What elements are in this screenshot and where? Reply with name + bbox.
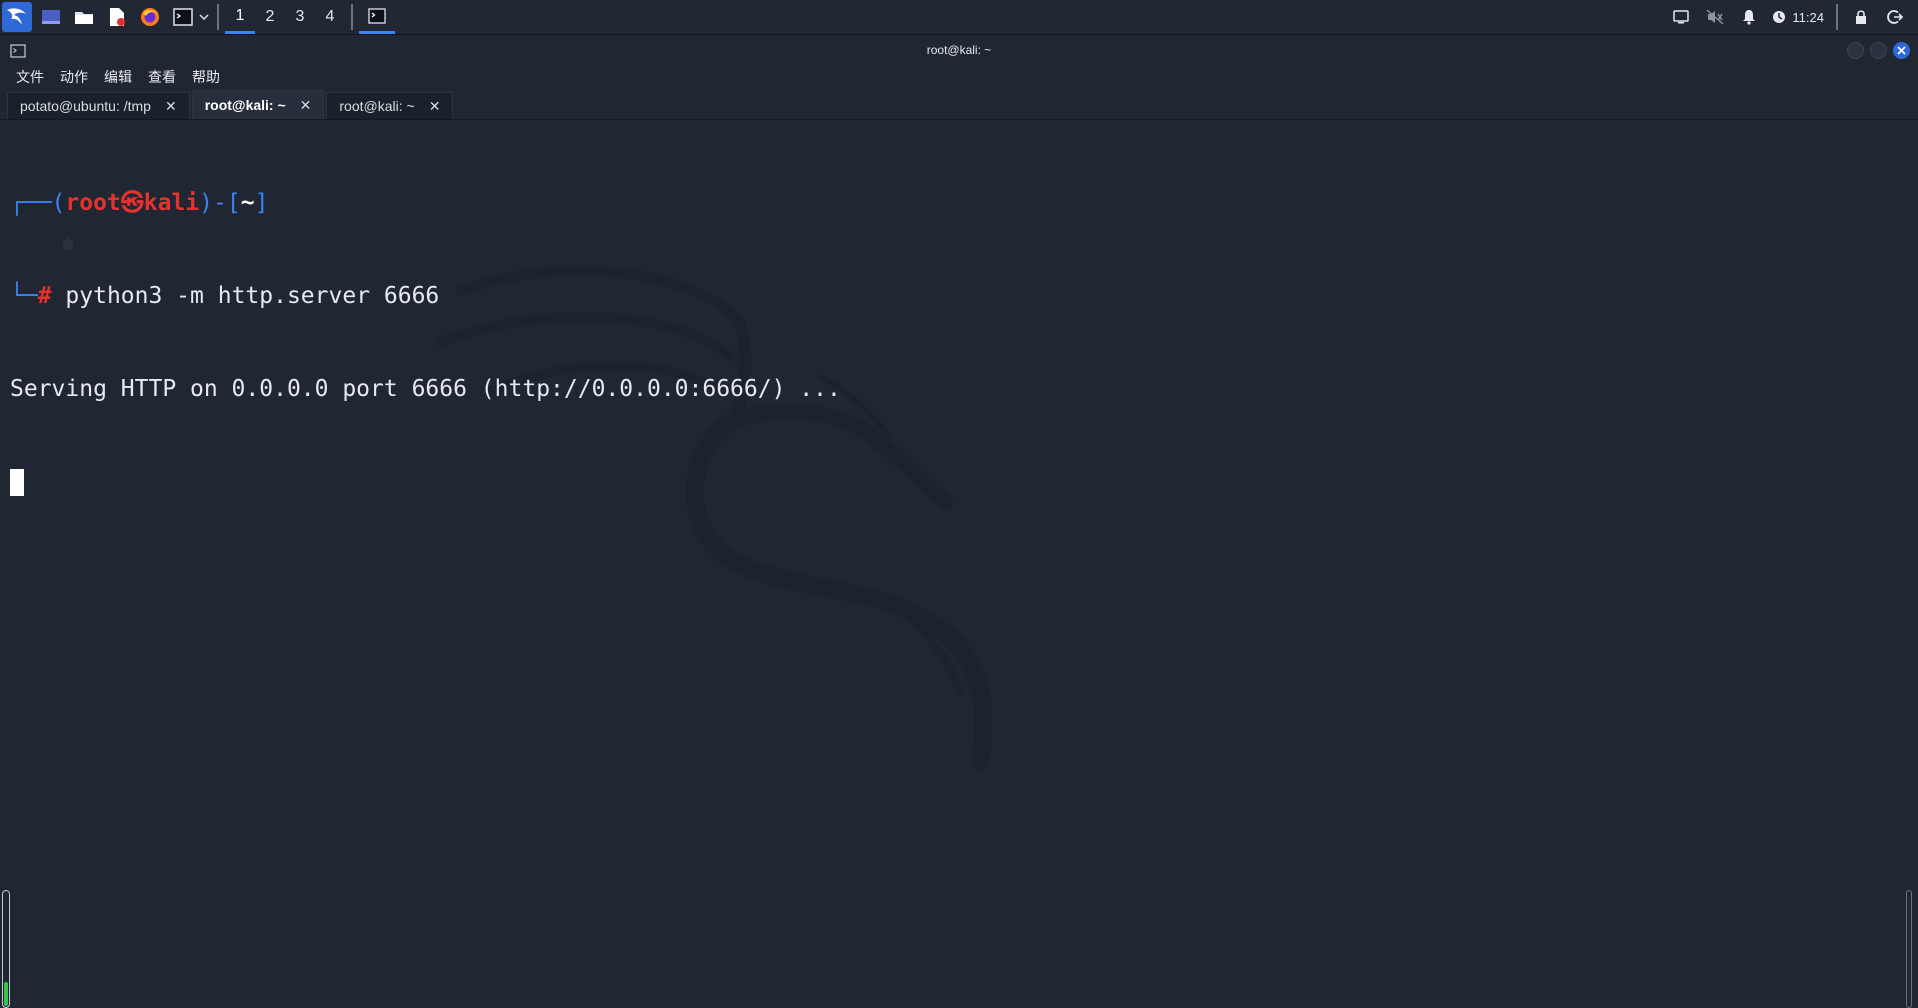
workspace-2[interactable]: 2 [255, 0, 285, 34]
prompt-host: kali [143, 190, 200, 216]
scroll-indicator-fill [4, 982, 8, 1006]
logout-icon[interactable] [1878, 0, 1912, 34]
tab-close-icon[interactable]: ✕ [300, 97, 312, 114]
menu-bar: 文件 动作 编辑 查看 帮助 [0, 65, 1918, 89]
close-button[interactable] [1893, 42, 1910, 59]
terminal-output-area[interactable]: ┌──(root㉿kali)-[~] └─# python3 -m http.s… [0, 122, 1918, 1008]
bell-icon[interactable] [1732, 0, 1766, 34]
tab-root-kali-active[interactable]: root@kali: ~ ✕ [191, 90, 325, 119]
file-manager-icon[interactable] [70, 2, 98, 32]
panel-separator [217, 4, 219, 30]
kali-menu-icon[interactable] [2, 2, 32, 32]
terminal-icon[interactable] [169, 2, 197, 32]
window-title: root@kali: ~ [926, 43, 992, 57]
clock-time[interactable]: 11:24 [1792, 10, 1824, 25]
tab-close-icon[interactable]: ✕ [429, 98, 441, 115]
tab-label: root@kali: ~ [339, 98, 415, 114]
chevron-down-icon[interactable] [197, 2, 211, 32]
prompt-hash: # [37, 283, 52, 309]
menu-view[interactable]: 查看 [146, 65, 178, 89]
display-icon[interactable] [1664, 0, 1698, 34]
text-editor-icon[interactable] [103, 2, 131, 32]
menu-help[interactable]: 帮助 [190, 65, 222, 89]
tab-bar: potato@ubuntu: /tmp ✕ root@kali: ~ ✕ roo… [0, 89, 1918, 120]
volume-muted-icon[interactable] [1698, 0, 1732, 34]
terminal-window: root@kali: ~ 文件 动作 编辑 查看 帮助 potato@ubunt… [0, 35, 1918, 1008]
workspace-3[interactable]: 3 [285, 0, 315, 34]
prompt-corner-bottom: └─ [10, 283, 38, 309]
prompt-line-2: └─# python3 -m http.server 6666 [10, 281, 841, 312]
terminal-text: ┌──(root㉿kali)-[~] └─# python3 -m http.s… [10, 126, 841, 560]
clock-icon [1766, 0, 1792, 34]
tab-close-icon[interactable]: ✕ [165, 98, 177, 115]
prompt-user: root [65, 190, 121, 216]
workspace-1[interactable]: 1 [225, 0, 255, 34]
prompt-at: ㉿ [120, 190, 144, 216]
tab-label: root@kali: ~ [204, 97, 286, 113]
menu-edit[interactable]: 编辑 [102, 65, 134, 89]
close-icon [1897, 46, 1906, 55]
text-cursor [10, 469, 24, 496]
window-titlebar[interactable]: root@kali: ~ [0, 35, 1918, 65]
tab-root-kali[interactable]: root@kali: ~ ✕ [326, 92, 454, 119]
cursor-line [10, 467, 841, 498]
workspace-4[interactable]: 4 [315, 0, 345, 34]
menu-file[interactable]: 文件 [14, 65, 46, 89]
maximize-button[interactable] [1870, 42, 1887, 59]
panel-separator [1836, 4, 1838, 30]
terminal-scrollbar[interactable] [1906, 890, 1912, 1008]
output-line: Serving HTTP on 0.0.0.0 port 6666 (http:… [10, 376, 841, 402]
lock-icon[interactable] [1844, 0, 1878, 34]
top-panel: 1 2 3 4 11:24 [0, 0, 1918, 35]
left-scroll-indicator[interactable] [2, 890, 10, 1008]
prompt-line-1: ┌──(root㉿kali)-[~] [10, 188, 841, 219]
tab-label: potato@ubuntu: /tmp [20, 98, 151, 114]
menu-action[interactable]: 动作 [58, 65, 90, 89]
prompt-corner-top: ┌──( [10, 190, 66, 216]
prompt-end: ] [254, 190, 269, 216]
prompt-dir: ~ [240, 190, 255, 216]
tab-potato-ubuntu[interactable]: potato@ubuntu: /tmp ✕ [7, 92, 190, 119]
taskbar-terminal-window[interactable] [359, 0, 395, 34]
prompt-sep: )-[ [199, 190, 241, 216]
minimize-button[interactable] [1847, 42, 1864, 59]
panel-separator [351, 4, 353, 30]
firefox-icon[interactable] [136, 2, 164, 32]
command-text: python3 -m http.server 6666 [51, 283, 440, 309]
show-desktop-icon[interactable] [37, 2, 65, 32]
